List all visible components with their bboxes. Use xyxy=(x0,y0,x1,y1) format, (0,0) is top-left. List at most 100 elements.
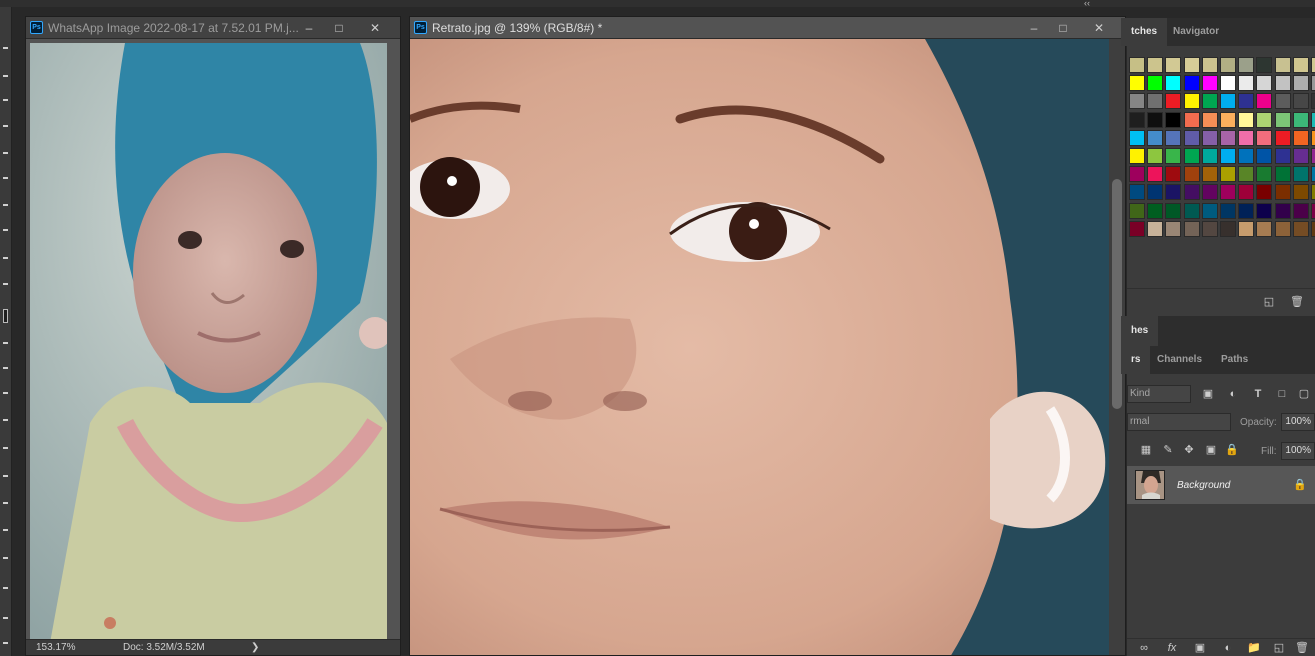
swatch-4-2[interactable] xyxy=(1165,129,1182,146)
swatch-8-5[interactable] xyxy=(1220,202,1236,219)
opacity-input[interactable]: 100% xyxy=(1281,413,1315,431)
maximize-button[interactable]: □ xyxy=(1050,18,1076,38)
swatch-7-3[interactable] xyxy=(1183,184,1200,201)
swatch-0-0[interactable] xyxy=(1129,57,1145,73)
swatch-2-4[interactable] xyxy=(1201,93,1218,110)
adjustment-layer-icon[interactable]: ◐ xyxy=(1221,641,1235,655)
swatch-2-1[interactable] xyxy=(1147,93,1164,110)
swatch-7-4[interactable] xyxy=(1201,184,1218,201)
document-canvas[interactable] xyxy=(410,39,1109,655)
swatch-2-8[interactable] xyxy=(1274,93,1291,110)
swatch-2-0[interactable] xyxy=(1129,93,1145,110)
swatch-6-6[interactable] xyxy=(1238,166,1255,183)
layer-style-icon[interactable]: fx xyxy=(1165,641,1179,655)
swatch-0-5[interactable] xyxy=(1220,57,1236,73)
swatch-9-2[interactable] xyxy=(1165,220,1182,237)
swatch-9-1[interactable] xyxy=(1147,220,1164,237)
swatch-7-2[interactable] xyxy=(1165,184,1182,201)
swatch-0-8[interactable] xyxy=(1274,57,1291,73)
swatch-9-8[interactable] xyxy=(1274,220,1291,237)
document-canvas[interactable] xyxy=(26,39,400,639)
swatch-0-7[interactable] xyxy=(1256,57,1273,73)
swatch-0-10[interactable] xyxy=(1311,57,1315,73)
swatch-0-4[interactable] xyxy=(1201,57,1218,73)
swatch-8-1[interactable] xyxy=(1147,202,1164,219)
swatch-5-5[interactable] xyxy=(1220,148,1236,164)
swatch-5-8[interactable] xyxy=(1274,148,1291,164)
layer-mask-icon[interactable]: ▣ xyxy=(1193,641,1207,655)
fill-input[interactable]: 100% xyxy=(1281,442,1315,460)
swatch-4-6[interactable] xyxy=(1238,129,1255,146)
swatch-1-4[interactable] xyxy=(1201,75,1218,92)
document-window-whatsapp[interactable]: Ps WhatsApp Image 2022-08-17 at 7.52.01 … xyxy=(25,16,401,656)
lock-all-icon[interactable]: 🔒 xyxy=(1225,443,1239,457)
swatch-0-6[interactable] xyxy=(1238,57,1255,73)
swatch-6-10[interactable] xyxy=(1311,166,1315,183)
lock-position-icon[interactable]: ✥ xyxy=(1182,443,1196,457)
swatch-9-9[interactable] xyxy=(1292,220,1309,237)
lasso-tool-icon[interactable] xyxy=(3,99,8,101)
swatch-6-5[interactable] xyxy=(1220,166,1236,183)
swatch-9-0[interactable] xyxy=(1129,220,1145,237)
swatch-4-9[interactable] xyxy=(1292,129,1309,146)
quick-mask-icon[interactable] xyxy=(3,642,8,644)
swatch-0-2[interactable] xyxy=(1165,57,1182,73)
swatch-6-4[interactable] xyxy=(1201,166,1218,183)
swatch-6-0[interactable] xyxy=(1129,166,1145,183)
shape-filter-icon[interactable]: □ xyxy=(1275,387,1289,401)
maximize-button[interactable]: □ xyxy=(326,18,352,38)
image-filter-icon[interactable]: ▣ xyxy=(1201,387,1215,401)
swatch-7-7[interactable] xyxy=(1256,184,1273,201)
swatch-1-10[interactable] xyxy=(1311,75,1315,92)
swatch-9-6[interactable] xyxy=(1238,220,1255,237)
document-window-retrato[interactable]: Ps Retrato.jpg @ 139% (RGB/8#) * – □ ✕ xyxy=(409,16,1126,656)
swatch-7-1[interactable] xyxy=(1147,184,1164,201)
swatch-8-0[interactable] xyxy=(1129,202,1145,219)
swatch-9-3[interactable] xyxy=(1183,220,1200,237)
swatch-4-8[interactable] xyxy=(1274,129,1291,146)
filter-kind-select[interactable]: Kind xyxy=(1127,385,1191,403)
swatch-7-8[interactable] xyxy=(1274,184,1291,201)
delete-layer-icon[interactable]: 🗑 xyxy=(1295,641,1309,655)
pen-tool-icon[interactable] xyxy=(3,419,8,421)
swatch-7-10[interactable] xyxy=(1311,184,1315,201)
swatch-3-6[interactable] xyxy=(1238,111,1255,128)
swatch-3-3[interactable] xyxy=(1183,111,1200,128)
swatch-5-4[interactable] xyxy=(1201,148,1218,164)
move-tool-icon[interactable] xyxy=(3,47,8,49)
swatch-4-7[interactable] xyxy=(1256,129,1273,146)
close-button[interactable]: ✕ xyxy=(1086,18,1112,38)
document-titlebar[interactable]: Ps Retrato.jpg @ 139% (RGB/8#) * – □ ✕ xyxy=(410,17,1125,39)
swatch-1-1[interactable] xyxy=(1147,75,1164,92)
swatch-4-1[interactable] xyxy=(1147,129,1164,146)
hand-tool-icon[interactable] xyxy=(3,529,8,531)
swatch-3-4[interactable] xyxy=(1201,111,1218,128)
eraser-tool-icon[interactable] xyxy=(3,309,8,323)
quick-select-tool-icon[interactable] xyxy=(3,125,8,127)
swatch-6-2[interactable] xyxy=(1165,166,1182,183)
swatch-7-0[interactable] xyxy=(1129,184,1145,201)
swatch-1-6[interactable] xyxy=(1238,75,1255,92)
swatch-3-10[interactable] xyxy=(1311,111,1315,128)
swatch-8-2[interactable] xyxy=(1165,202,1182,219)
swatch-8-10[interactable] xyxy=(1311,202,1315,219)
tab-paths[interactable]: Paths xyxy=(1211,346,1258,374)
swatch-5-9[interactable] xyxy=(1292,148,1309,164)
swatch-1-5[interactable] xyxy=(1220,75,1236,92)
path-select-tool-icon[interactable] xyxy=(3,475,8,477)
more-tools-icon[interactable] xyxy=(3,587,8,589)
swatch-5-0[interactable] xyxy=(1129,148,1145,164)
swatch-2-3[interactable] xyxy=(1183,93,1200,110)
healing-tool-icon[interactable] xyxy=(3,204,8,206)
foreground-color-icon[interactable] xyxy=(3,617,8,619)
swatch-5-3[interactable] xyxy=(1183,148,1200,164)
swatch-1-2[interactable] xyxy=(1165,75,1182,92)
swatch-3-2[interactable] xyxy=(1165,111,1182,128)
type-filter-icon[interactable]: T xyxy=(1251,387,1265,401)
swatch-3-1[interactable] xyxy=(1147,111,1164,128)
swatch-4-4[interactable] xyxy=(1201,129,1218,146)
swatch-6-7[interactable] xyxy=(1256,166,1273,183)
lock-pixels-icon[interactable]: ✎ xyxy=(1161,443,1175,457)
new-layer-icon[interactable]: ◱ xyxy=(1272,641,1286,655)
trash-icon[interactable]: 🗑 xyxy=(1290,295,1304,309)
